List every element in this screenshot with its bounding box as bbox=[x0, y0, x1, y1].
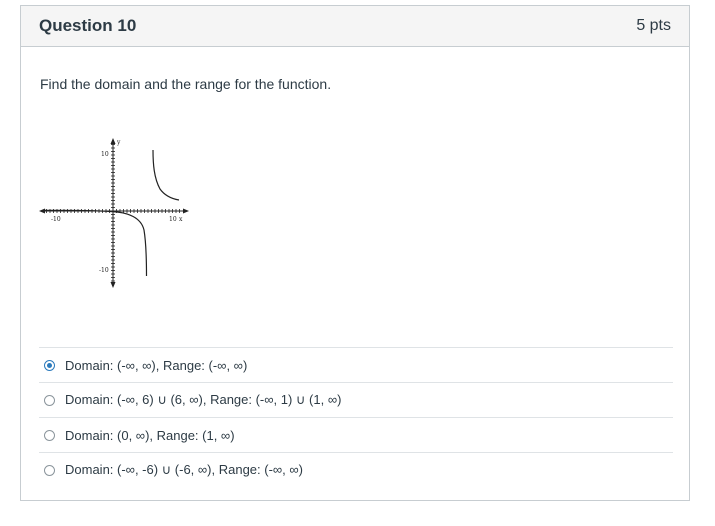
radio-icon[interactable] bbox=[44, 429, 55, 441]
answer-label: Domain: (0, ∞), Range: (1, ∞) bbox=[65, 427, 235, 443]
question-header: Question 10 5 pts bbox=[21, 6, 689, 47]
y-axis-arrow-bottom bbox=[110, 282, 116, 288]
question-points: 5 pts bbox=[636, 17, 671, 34]
y-tick-label-top: 10 bbox=[101, 151, 109, 158]
answer-list: Domain: (-∞, ∞), Range: (-∞, ∞) Domain: … bbox=[39, 347, 673, 487]
curve-right-branch bbox=[152, 149, 180, 201]
answer-option-2[interactable]: Domain: (-∞, 6) ∪ (6, ∞), Range: (-∞, 1)… bbox=[39, 382, 673, 417]
y-tick-label-bottom: -10 bbox=[99, 267, 109, 274]
x-axis-label: x bbox=[179, 216, 183, 223]
x-tick-label-left: -10 bbox=[51, 216, 61, 223]
answer-option-4[interactable]: Domain: (-∞, -6) ∪ (-6, ∞), Range: (-∞, … bbox=[39, 452, 673, 487]
question-title: Question 10 bbox=[39, 16, 137, 35]
question-card: Question 10 5 pts Find the domain and th… bbox=[20, 5, 690, 501]
answer-label: Domain: (-∞, ∞), Range: (-∞, ∞) bbox=[65, 357, 248, 373]
answer-option-3[interactable]: Domain: (0, ∞), Range: (1, ∞) bbox=[39, 417, 673, 452]
answer-option-1[interactable]: Domain: (-∞, ∞), Range: (-∞, ∞) bbox=[39, 347, 673, 382]
x-axis-arrow-left bbox=[39, 208, 45, 214]
answer-label: Domain: (-∞, 6) ∪ (6, ∞), Range: (-∞, 1)… bbox=[65, 392, 342, 407]
x-axis-arrow-right bbox=[183, 208, 189, 214]
y-axis-label: y bbox=[116, 139, 121, 146]
answer-label: Domain: (-∞, -6) ∪ (-6, ∞), Range: (-∞, … bbox=[65, 462, 304, 477]
radio-icon[interactable] bbox=[44, 394, 55, 406]
radio-icon[interactable] bbox=[44, 464, 55, 476]
x-tick-label-right: 10 bbox=[169, 216, 177, 223]
question-prompt: Find the domain and the range for the fu… bbox=[40, 76, 332, 92]
radio-selected-icon[interactable] bbox=[44, 359, 55, 371]
function-graph: 10 -10 -10 10 y x bbox=[39, 138, 189, 288]
y-axis-arrow-top bbox=[110, 138, 116, 144]
